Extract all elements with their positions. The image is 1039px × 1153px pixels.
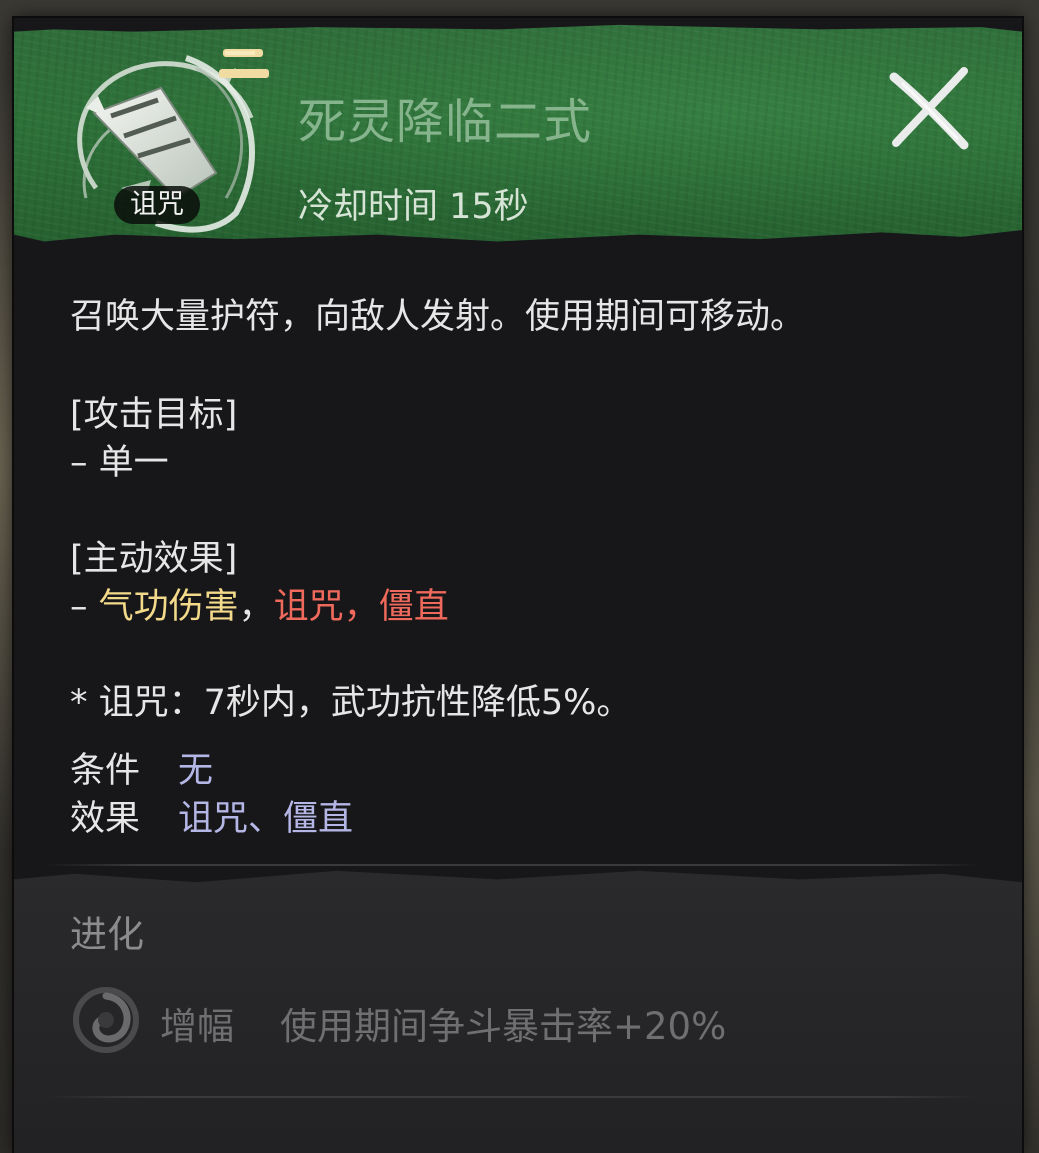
effect-row: 效果 诅咒、僵直 — [70, 790, 353, 841]
effect-qigong-damage: 气功伤害 — [98, 587, 239, 627]
condition-row: 条件无 — [70, 742, 213, 793]
curse-note: * 诅咒：7秒内，武功抗性降低5%。 — [70, 683, 632, 723]
condition-label: 条件 — [70, 751, 141, 791]
grade-badge-icon — [219, 49, 269, 78]
condition-value: 无 — [178, 751, 214, 791]
effect-stiffen: 僵直 — [378, 587, 449, 627]
evolution-description: 使用期间争斗暴击率+20% — [280, 1005, 727, 1048]
swirl-icon — [73, 987, 139, 1053]
separator: ， — [238, 587, 274, 627]
effect-label: 效果 — [70, 799, 141, 839]
skill-name: 死灵降临二式 — [298, 94, 593, 150]
skill-cooldown: 冷却时间 15秒 — [298, 187, 529, 227]
attack-target-line: – 单一 — [70, 434, 169, 485]
effect-curse: 诅咒 — [273, 587, 344, 627]
dash: – — [70, 587, 99, 627]
attack-target-header: [攻击目标] — [70, 395, 238, 435]
separator: ， — [343, 587, 379, 627]
evolution-title: 进化 — [70, 913, 144, 956]
evolution-name: 增幅 — [160, 1005, 234, 1048]
close-icon[interactable] — [884, 63, 974, 153]
skill-type-tag: 诅咒 — [114, 186, 200, 224]
divider — [46, 864, 978, 866]
active-effect-line: – 气功伤害，诅咒，僵直 — [70, 578, 449, 629]
attack-target-value: 单一 — [98, 443, 169, 483]
effect-value: 诅咒、僵直 — [178, 799, 354, 839]
skill-description: 召唤大量护符，向敌人发射。使用期间可移动。 — [70, 297, 806, 337]
dash: – — [70, 443, 99, 483]
skill-tooltip-panel: 诅咒 死灵降临二式 冷却时间 15秒 召唤大量护符，向敌人发射。使用期间可移动。… — [14, 18, 1022, 1153]
divider — [46, 1096, 978, 1098]
active-effect-header: [主动效果] — [70, 539, 238, 579]
